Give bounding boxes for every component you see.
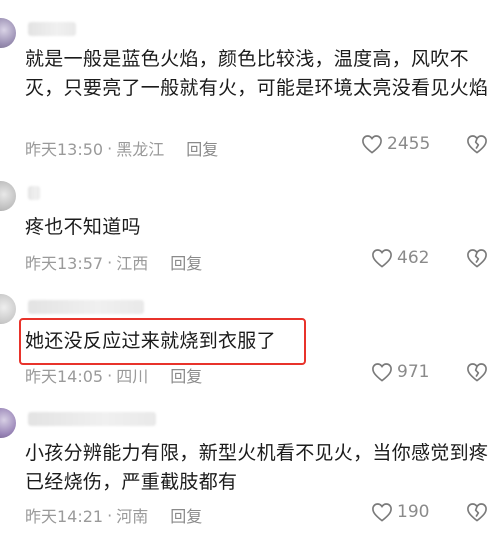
heart-outline-icon: [372, 363, 392, 382]
dislike-button[interactable]: [466, 134, 488, 158]
broken-heart-icon: [467, 135, 487, 154]
dislike-button[interactable]: [466, 362, 488, 386]
user-avatar[interactable]: [0, 408, 16, 438]
comment-location: 江西: [116, 254, 149, 273]
comment-location: 黑龙江: [116, 140, 165, 159]
reply-button[interactable]: 回复: [170, 250, 202, 274]
comment-location: 四川: [116, 367, 149, 386]
username-blurred[interactable]: [28, 412, 156, 426]
dislike-button[interactable]: [466, 502, 488, 526]
comment-time: 昨天14:05: [25, 367, 104, 386]
like-button[interactable]: 971: [371, 362, 429, 382]
like-count: 190: [397, 502, 430, 522]
like-button[interactable]: 190: [371, 502, 429, 522]
comment-text: 疼也不知道吗: [25, 216, 141, 238]
comment-meta: 昨天13:57 · 江西 回复: [25, 250, 202, 274]
reply-button[interactable]: 回复: [170, 363, 202, 387]
username-blurred[interactable]: [28, 186, 40, 200]
comment-time: 昨天13:50: [25, 140, 104, 159]
broken-heart-icon: [467, 363, 487, 382]
reply-button[interactable]: 回复: [170, 503, 202, 527]
user-avatar[interactable]: [0, 181, 16, 211]
like-button[interactable]: 462: [371, 248, 429, 268]
comment-location: 河南: [116, 507, 149, 526]
meta-separator: ·: [107, 138, 113, 158]
heart-outline-icon: [362, 135, 382, 154]
broken-heart-icon: [467, 503, 487, 522]
meta-separator: ·: [107, 505, 113, 525]
username-blurred[interactable]: [28, 22, 76, 36]
meta-separator: ·: [107, 252, 113, 272]
comment-text: 小孩分辨能力有限，新型火机看不见火，当你感觉到疼已经烧伤，严重截肢都有: [25, 442, 489, 493]
like-count: 2455: [387, 134, 431, 154]
comment-time: 昨天13:57: [25, 254, 104, 273]
reply-button[interactable]: 回复: [186, 136, 218, 160]
heart-outline-icon: [372, 503, 392, 522]
comment-meta: 昨天13:50 · 黑龙江 回复: [25, 136, 218, 160]
like-count: 462: [397, 248, 430, 268]
like-count: 971: [397, 362, 430, 382]
meta-separator: ·: [107, 365, 113, 385]
user-avatar[interactable]: [0, 294, 16, 324]
comment-text: 她还没反应过来就烧到衣服了: [25, 330, 276, 352]
like-button[interactable]: 2455: [361, 134, 430, 154]
heart-outline-icon: [372, 249, 392, 268]
comment-text: 就是一般是蓝色火焰，颜色比较浅，温度高，风吹不灭，只要亮了一般就有火，可能是环境…: [25, 48, 489, 99]
comment-time: 昨天14:21: [25, 507, 104, 526]
comment-meta: 昨天14:21 · 河南 回复: [25, 503, 202, 527]
dislike-button[interactable]: [466, 248, 488, 272]
username-blurred[interactable]: [28, 300, 144, 314]
comment-meta: 昨天14:05 · 四川 回复: [25, 363, 202, 387]
broken-heart-icon: [467, 249, 487, 268]
user-avatar[interactable]: [0, 18, 16, 48]
